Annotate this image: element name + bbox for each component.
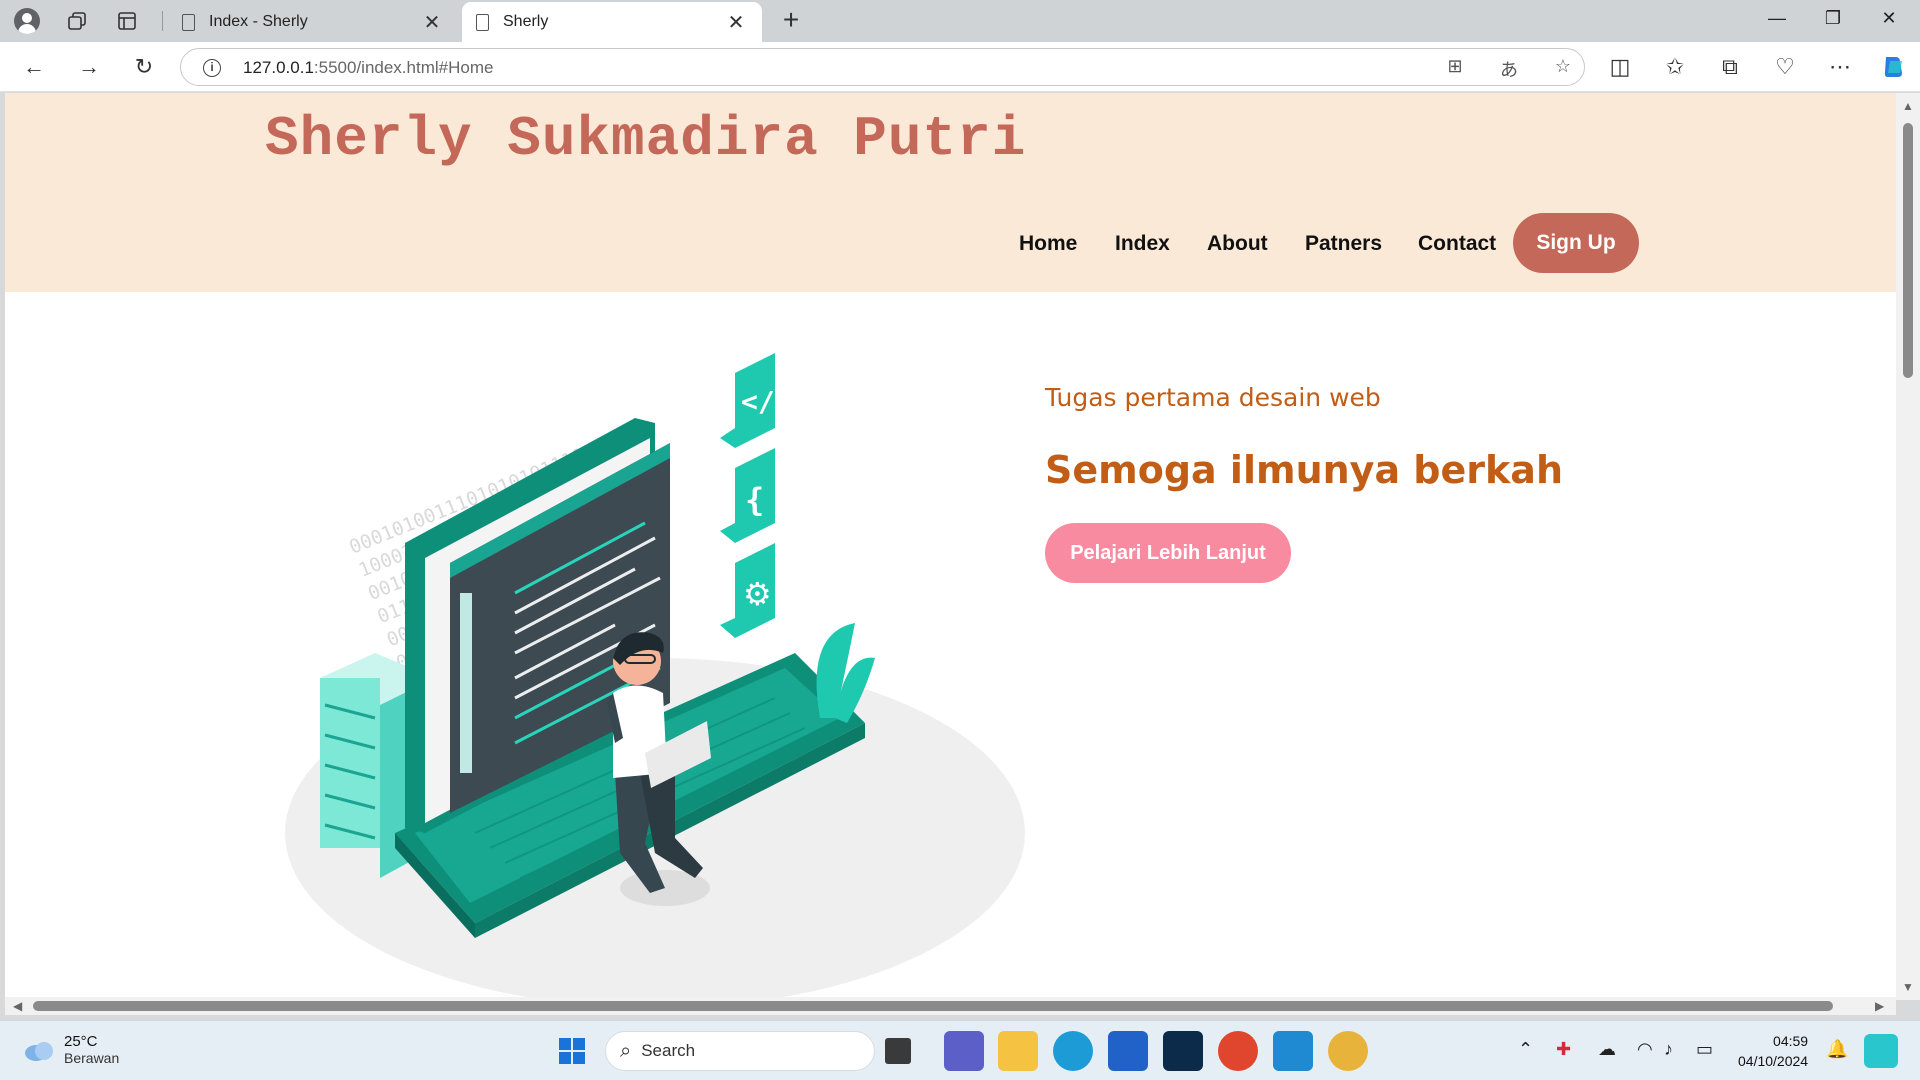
url-text[interactable]: 127.0.0.1:5500/index.html#Home (243, 58, 493, 78)
scroll-up-icon[interactable]: ▲ (1902, 99, 1914, 113)
teams-icon[interactable] (944, 1031, 984, 1071)
weather-condition: Berawan (64, 1050, 120, 1066)
favorite-star-icon[interactable]: ☆ (1551, 56, 1575, 80)
more-options-button[interactable]: ⋯ (1824, 51, 1856, 83)
tagline-big: Semoga ilmunya berkah (1045, 448, 1563, 492)
vscode-icon[interactable] (1273, 1031, 1313, 1071)
scroll-right-icon[interactable]: ▶ (1875, 999, 1884, 1013)
svg-text:⚙: ⚙ (743, 575, 772, 613)
nav-about[interactable]: About (1207, 232, 1268, 256)
tab-title: Index - Sherly (209, 13, 308, 30)
close-tab-icon[interactable]: ✕ (420, 10, 444, 35)
app-available-icon[interactable]: ⊞ (1443, 56, 1467, 80)
copilot-icon (1884, 57, 1902, 77)
vertical-scrollbar[interactable]: ▲ ▼ (1896, 93, 1920, 1000)
developer-laptop-illustration: 0001010011101010101110101 10001010111101… (285, 353, 1025, 1000)
address-bar[interactable]: i 127.0.0.1:5500/index.html#Home ⊞ あ ☆ (180, 48, 1585, 86)
scroll-left-icon[interactable]: ◀ (13, 999, 22, 1013)
refresh-button[interactable]: ↻ (128, 51, 160, 83)
clock-date: 04/10/2024 (1738, 1053, 1809, 1069)
search-label: Search (641, 1041, 696, 1060)
windows-taskbar: 25°C Berawan ⌕ Search ⌃ ✚ ☁ ◠ ♪ ▭ 04:59 … (0, 1020, 1920, 1080)
url-path: :5500/index.html#Home (313, 58, 494, 77)
tab-title: Sherly (503, 13, 549, 30)
page-icon (182, 13, 195, 31)
store-icon[interactable] (1108, 1031, 1148, 1071)
horizontal-scrollbar[interactable]: ◀ ▶ (5, 997, 1896, 1015)
weather-widget[interactable]: 25°C Berawan (22, 1033, 119, 1066)
dev-app-icon[interactable] (1163, 1031, 1203, 1071)
url-host: 127.0.0.1 (243, 58, 314, 77)
page-viewport: Sherly Sukmadira Putri Home Index About … (5, 93, 1896, 1000)
browser-toolbar: ← → ↻ i 127.0.0.1:5500/index.html#Home ⊞… (0, 42, 1920, 92)
restore-button[interactable]: ❐ (1811, 8, 1855, 29)
translate-icon[interactable]: あ (1497, 56, 1521, 80)
nav-index[interactable]: Index (1115, 232, 1170, 256)
page-icon (476, 13, 489, 31)
profile-button[interactable] (12, 6, 42, 36)
vertical-tabs-button[interactable] (112, 6, 142, 36)
tab-sherly[interactable]: Sherly ✕ (462, 2, 762, 42)
cloud-icon (25, 1041, 53, 1061)
taskbar-search[interactable]: ⌕ Search (605, 1031, 875, 1071)
close-window-button[interactable]: ✕ (1867, 8, 1911, 29)
chrome-profile-icon[interactable] (1328, 1031, 1368, 1071)
new-tab-button[interactable]: + (776, 4, 806, 36)
chevron-up-icon[interactable]: ⌃ (1518, 1039, 1533, 1060)
browser-essentials-button[interactable]: ♡ (1769, 51, 1801, 83)
collections-button[interactable]: ⧉ (1714, 51, 1746, 83)
clock-time: 04:59 (1773, 1033, 1809, 1049)
tagline-small: Tugas pertama desain web (1045, 383, 1381, 412)
workspaces-button[interactable] (62, 6, 92, 36)
tab-strip: Index - Sherly ✕ Sherly ✕ + — ❐ ✕ (0, 0, 1920, 42)
profile-icon (14, 8, 40, 34)
minimize-button[interactable]: — (1755, 8, 1799, 29)
horizontal-scroll-thumb[interactable] (33, 1001, 1833, 1011)
favorites-button[interactable]: ✩ (1659, 51, 1691, 83)
svg-text:{ }: { } (745, 481, 803, 519)
workspaces-icon (68, 12, 86, 30)
onedrive-icon[interactable]: ☁ (1598, 1039, 1616, 1060)
scroll-down-icon[interactable]: ▼ (1902, 980, 1914, 994)
learn-more-button[interactable]: Pelajari Lebih Lanjut (1045, 523, 1291, 583)
battery-icon[interactable]: ▭ (1696, 1039, 1713, 1060)
nav-patners[interactable]: Patners (1305, 232, 1382, 256)
start-button[interactable] (552, 1031, 592, 1071)
app-tray-icon[interactable]: ✚ (1556, 1039, 1571, 1060)
file-explorer-icon[interactable] (998, 1031, 1038, 1071)
search-icon: ⌕ (620, 1039, 632, 1062)
chrome-icon[interactable] (1218, 1031, 1258, 1071)
tab-index-sherly[interactable]: Index - Sherly ✕ (168, 2, 458, 42)
wifi-icon[interactable]: ◠ (1637, 1039, 1653, 1060)
task-view-icon[interactable] (885, 1038, 911, 1064)
site-title: Sherly Sukmadira Putri (265, 107, 1027, 171)
nav-contact[interactable]: Contact (1418, 232, 1496, 256)
windows-logo-icon (559, 1038, 585, 1064)
tab-actions-icon (118, 12, 136, 30)
clock[interactable]: 04:59 04/10/2024 (1738, 1031, 1808, 1071)
svg-text:</>: </> (741, 385, 792, 418)
split-screen-button[interactable]: ◫ (1604, 51, 1636, 83)
nav-home[interactable]: Home (1019, 232, 1077, 256)
copilot-button[interactable] (1878, 51, 1910, 83)
site-header: Sherly Sukmadira Putri Home Index About … (5, 93, 1896, 292)
tab-separator (162, 11, 163, 31)
signup-button[interactable]: Sign Up (1513, 213, 1639, 273)
forward-button[interactable]: → (73, 51, 105, 83)
back-button[interactable]: ← (18, 51, 50, 83)
edge-icon[interactable] (1053, 1031, 1093, 1071)
notification-bell-icon[interactable]: 🔔 (1826, 1039, 1848, 1060)
copilot-taskbar-icon[interactable] (1864, 1034, 1898, 1068)
volume-icon[interactable]: ♪ (1664, 1039, 1673, 1060)
weather-temp: 25°C (64, 1033, 98, 1050)
close-tab-icon[interactable]: ✕ (724, 10, 748, 35)
site-info-icon[interactable]: i (203, 59, 221, 77)
vertical-scroll-thumb[interactable] (1903, 123, 1913, 378)
